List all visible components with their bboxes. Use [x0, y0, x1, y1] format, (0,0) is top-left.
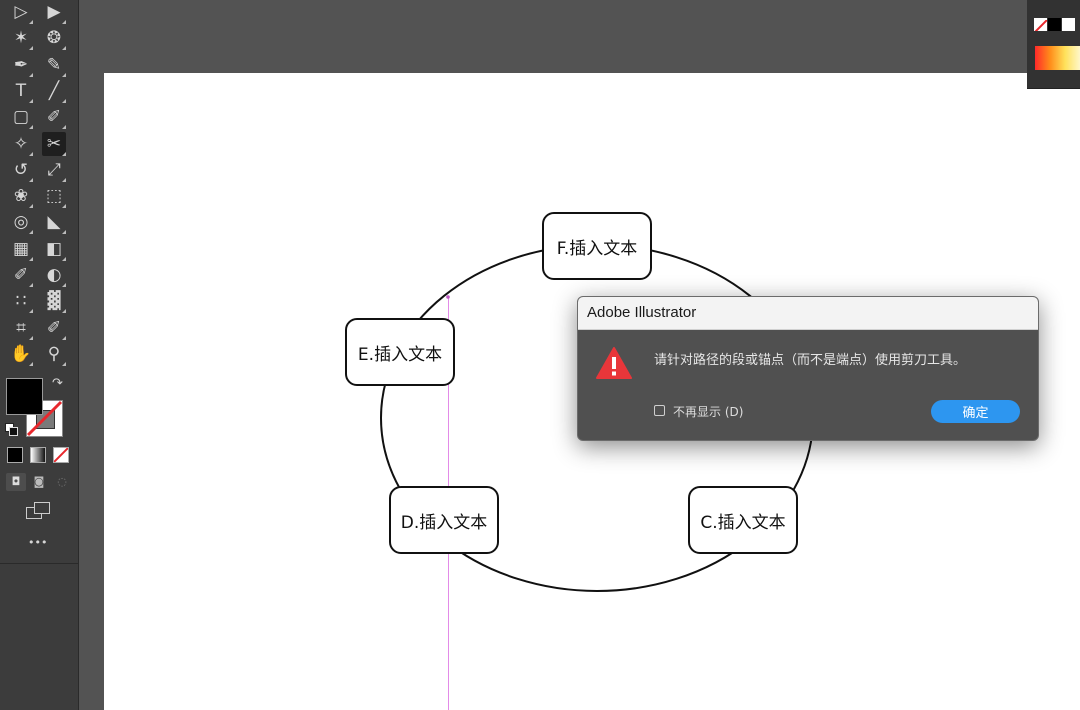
swatches-panel [1027, 0, 1080, 89]
ok-button[interactable]: 确定 [931, 400, 1020, 423]
node-e[interactable]: E.插入文本 [345, 318, 455, 386]
swatch-black[interactable] [1048, 18, 1061, 31]
swatch-gradient[interactable] [1035, 46, 1080, 70]
dialog-titlebar[interactable]: Adobe Illustrator [578, 297, 1038, 330]
node-d[interactable]: D.插入文本 [389, 486, 499, 554]
dialog-title: Adobe Illustrator [587, 304, 697, 321]
alert-dialog: Adobe Illustrator 请针对路径的段或锚点（而不是端点）使用剪刀工… [577, 296, 1039, 441]
anchor-point[interactable] [446, 295, 450, 299]
node-c[interactable]: C.插入文本 [688, 486, 798, 554]
dont-show-again-checkbox[interactable] [654, 405, 665, 416]
swatch-none[interactable] [1034, 18, 1047, 31]
dialog-message: 请针对路径的段或锚点（而不是端点）使用剪刀工具。 [654, 353, 967, 368]
warning-icon [596, 347, 632, 379]
dont-show-again-label[interactable]: 不再显示 (D) [673, 403, 743, 420]
swatch-white[interactable] [1062, 18, 1075, 31]
node-f[interactable]: F.插入文本 [542, 212, 652, 280]
